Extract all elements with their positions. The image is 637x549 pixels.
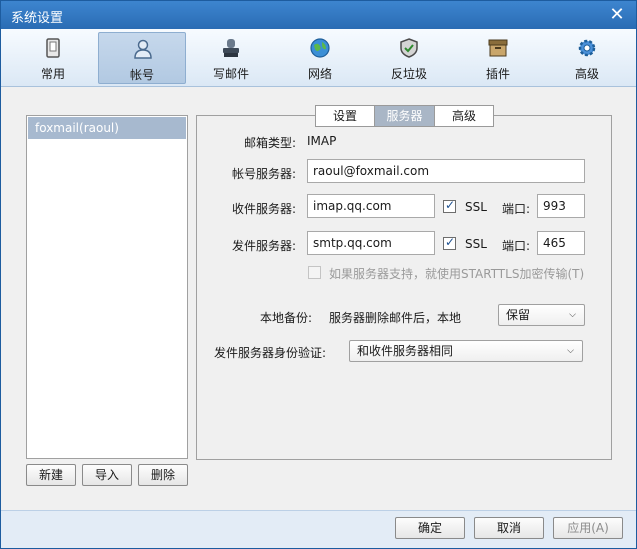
outgoing-port-label: 端口:	[502, 239, 531, 253]
box-icon	[488, 39, 508, 57]
tab-advanced[interactable]: 高级	[434, 105, 494, 127]
tool-plugins-label: 插件	[485, 67, 510, 81]
incoming-port-label: 端口:	[502, 202, 531, 216]
local-backup-selected: 保留	[506, 308, 531, 322]
mailbox-type-value: IMAP	[307, 134, 337, 148]
shield-icon	[400, 38, 418, 58]
tool-advanced[interactable]: 高级	[543, 32, 631, 84]
mailbox-type-label: 邮箱类型:	[243, 136, 296, 150]
starttls-label: 如果服务器支持，就使用STARTTLS加密传输(T)	[329, 267, 585, 281]
outgoing-server-input[interactable]: smtp.qq.com	[307, 231, 435, 255]
window-title: 系统设置	[11, 11, 64, 26]
phone-icon	[46, 38, 60, 58]
gear-icon	[578, 39, 596, 57]
list-item[interactable]: foxmail(raoul)	[28, 117, 186, 139]
title-bar: 系统设置 ✕	[1, 1, 636, 29]
ok-button[interactable]: 确定	[395, 517, 465, 539]
tool-compose-label: 写邮件	[212, 67, 249, 81]
incoming-ssl-checkbox[interactable]	[443, 198, 456, 213]
import-account-button[interactable]: 导入	[82, 464, 132, 486]
incoming-server-input[interactable]: imap.qq.com	[307, 194, 435, 218]
tool-plugins[interactable]: 插件	[454, 32, 542, 84]
close-icon[interactable]: ✕	[606, 4, 628, 26]
tool-network-label: 网络	[307, 67, 332, 81]
incoming-ssl-label: SSL	[465, 200, 487, 214]
outgoing-port-input[interactable]: 465	[537, 231, 585, 255]
account-server-label: 帐号服务器:	[231, 167, 296, 181]
globe-icon	[310, 38, 330, 58]
starttls-checkbox[interactable]	[308, 266, 321, 279]
tool-general-label: 常用	[40, 67, 65, 81]
tab-settings[interactable]: 设置	[315, 105, 375, 127]
outgoing-auth-selected: 和收件服务器相同	[357, 344, 454, 358]
tool-network[interactable]: 网络	[276, 32, 364, 84]
account-server-input[interactable]: raoul@foxmail.com	[307, 159, 585, 183]
tool-account[interactable]: 帐号	[98, 32, 186, 84]
chevron-down-icon: ⌵	[567, 346, 574, 356]
tool-antispam[interactable]: 反垃圾	[365, 32, 453, 84]
settings-window: 系统设置 ✕ 常用 帐号 写邮件 网络 反垃圾 插件 高级 foxmail(ra…	[0, 0, 637, 549]
user-icon	[134, 39, 152, 59]
outgoing-auth-label: 发件服务器身份验证:	[213, 346, 326, 360]
tool-account-label: 帐号	[129, 68, 154, 82]
local-backup-label: 本地备份:	[259, 311, 312, 325]
local-backup-description: 服务器删除邮件后，本地	[329, 311, 462, 325]
outgoing-server-label: 发件服务器:	[231, 239, 296, 253]
tool-compose[interactable]: 写邮件	[187, 32, 275, 84]
toolbar: 常用 帐号 写邮件 网络 反垃圾 插件 高级	[1, 29, 636, 87]
incoming-port-input[interactable]: 993	[537, 194, 585, 218]
new-account-button[interactable]: 新建	[26, 464, 76, 486]
tool-antispam-label: 反垃圾	[390, 67, 427, 81]
tool-general[interactable]: 常用	[9, 32, 97, 84]
outgoing-auth-select[interactable]: 和收件服务器相同 ⌵	[349, 340, 583, 362]
local-backup-select[interactable]: 保留 ⌵	[498, 304, 585, 326]
apply-button[interactable]: 应用(A)	[553, 517, 623, 539]
outgoing-ssl-label: SSL	[465, 237, 487, 251]
account-list: foxmail(raoul)	[26, 115, 188, 459]
delete-account-button[interactable]: 删除	[138, 464, 188, 486]
stamp-icon	[223, 39, 239, 57]
outgoing-ssl-checkbox[interactable]	[443, 235, 456, 250]
cancel-button[interactable]: 取消	[474, 517, 544, 539]
tab-server[interactable]: 服务器	[374, 105, 435, 127]
chevron-down-icon: ⌵	[569, 310, 576, 320]
incoming-server-label: 收件服务器:	[231, 202, 296, 216]
tool-advanced-label: 高级	[574, 67, 599, 81]
